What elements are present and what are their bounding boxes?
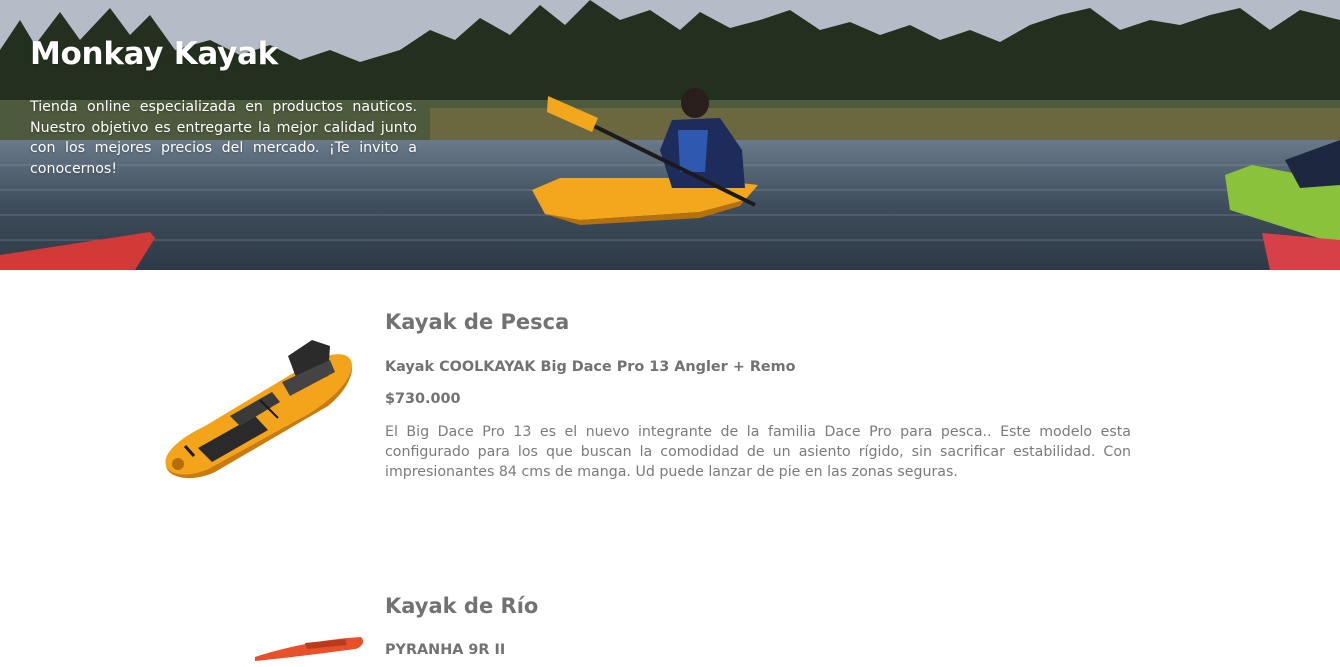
product-name[interactable]: PYRANHA 9R II [385,642,1131,658]
hero-banner: Monkay Kayak Tienda online especializada… [0,0,1340,270]
category-title: Kayak de Pesca [385,310,570,334]
product-price: $730.000 [385,391,461,407]
yellow-fishing-kayak-icon [165,340,353,479]
orange-river-kayak-icon [255,637,363,661]
site-title: Monkay Kayak [30,36,278,72]
product-card-river: Kayak de Río PYRANHA 9R II [385,594,1131,658]
product-image-river-kayak[interactable] [255,633,365,667]
site-description: Tienda online especializada en productos… [30,99,417,177]
product-name[interactable]: Kayak COOLKAYAK Big Dace Pro 13 Angler +… [385,359,1131,375]
product-card-fishing: Kayak de Pesca Kayak COOLKAYAK Big Dace … [385,310,1131,482]
product-image-fishing-kayak[interactable] [160,338,355,484]
category-title: Kayak de Río [385,594,539,618]
product-description: El Big Dace Pro 13 es el nuevo integrant… [385,424,1131,480]
